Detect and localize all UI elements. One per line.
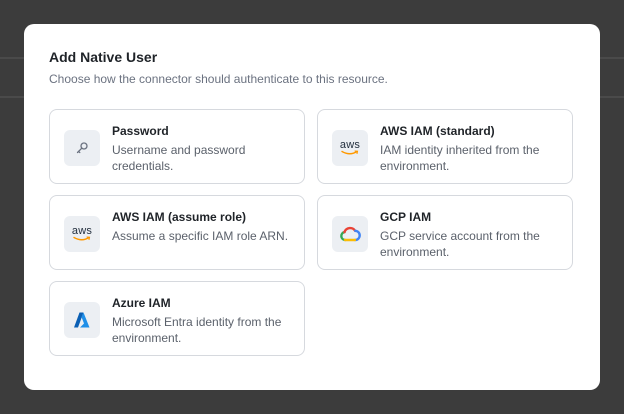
option-title: AWS IAM (assume role) xyxy=(112,210,247,224)
option-password[interactable]: Password Username and password credentia… xyxy=(49,109,305,184)
option-description: GCP service account from the environment… xyxy=(380,229,540,259)
add-native-user-dialog: Add Native User Choose how the connector… xyxy=(24,24,600,390)
option-azure-iam[interactable]: Azure IAM Microsoft Entra identity from … xyxy=(49,281,305,356)
option-aws-iam-standard[interactable]: aws AWS IAM (standard) IAM identity inhe… xyxy=(317,109,573,184)
azure-icon xyxy=(64,302,100,338)
option-gcp-iam[interactable]: GCP IAM GCP service account from the env… xyxy=(317,195,573,270)
option-aws-iam-assume-role[interactable]: aws AWS IAM (assume role) Assume a speci… xyxy=(49,195,305,270)
option-title: Azure IAM xyxy=(112,296,171,310)
google-cloud-icon xyxy=(332,216,368,252)
option-description: IAM identity inherited from the environm… xyxy=(380,143,540,173)
option-description: Microsoft Entra identity from the enviro… xyxy=(112,315,282,345)
option-description: Username and password credentials. xyxy=(112,143,246,173)
option-title: AWS IAM (standard) xyxy=(380,124,495,138)
option-title: GCP IAM xyxy=(380,210,432,224)
option-description: Assume a specific IAM role ARN. xyxy=(112,229,289,243)
option-title: Password xyxy=(112,124,169,138)
aws-icon: aws xyxy=(332,130,368,166)
key-icon xyxy=(64,130,100,166)
aws-icon: aws xyxy=(64,216,100,252)
dialog-subtitle: Choose how the connector should authenti… xyxy=(49,72,388,86)
dialog-title: Add Native User xyxy=(49,49,158,65)
